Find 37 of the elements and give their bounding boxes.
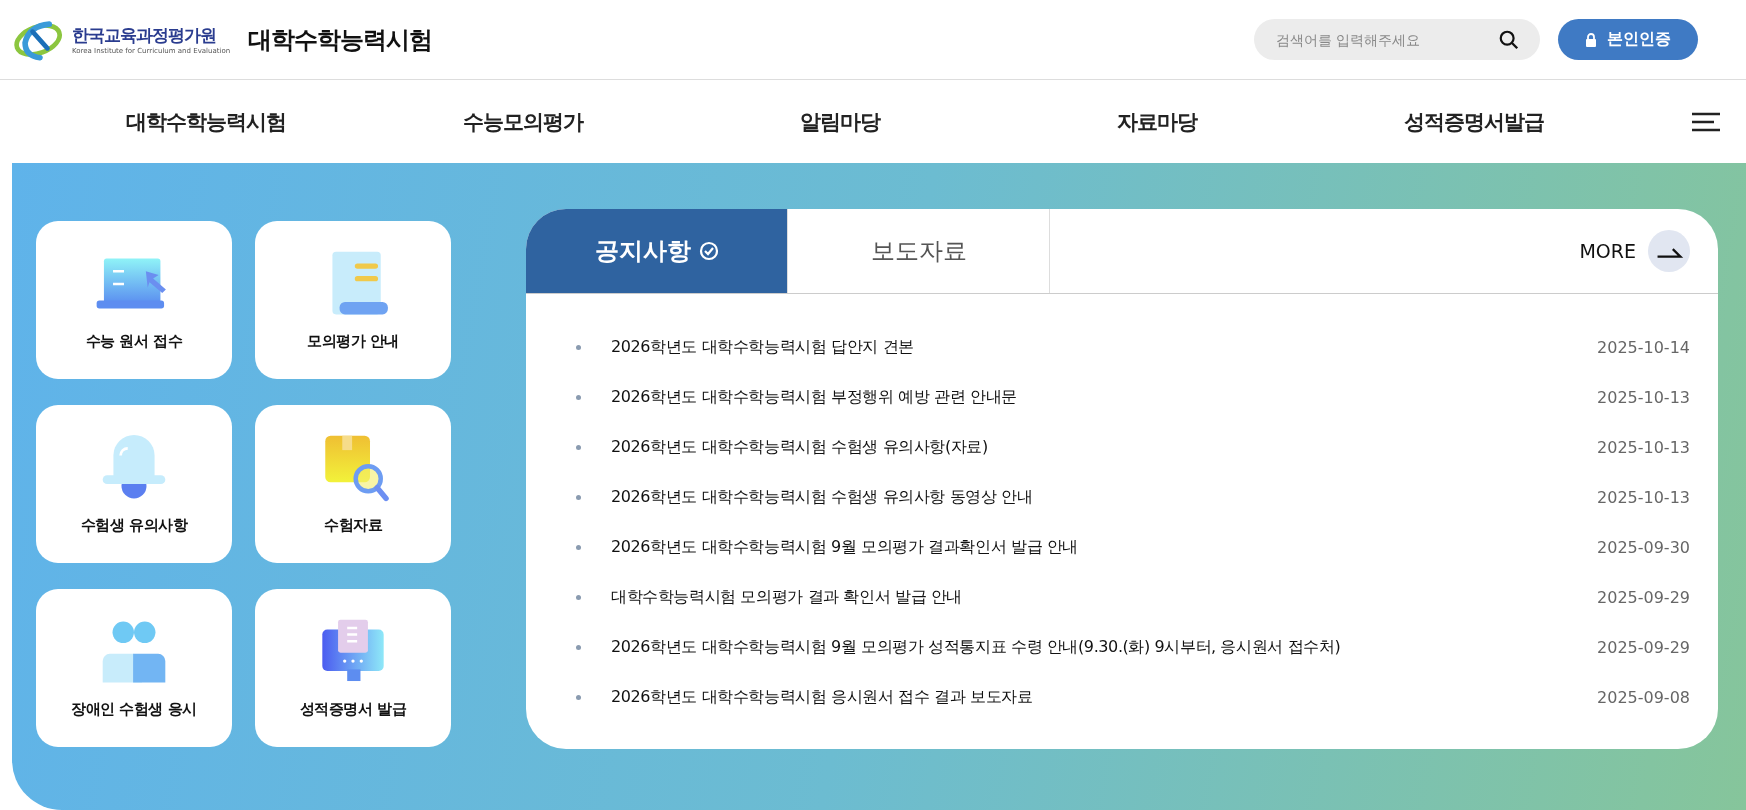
post-title[interactable]: 2026학년도 대학수학능력시험 9월 모의평가 성적통지표 수령 안내(9.30.(화) 9시부터, 응시원서 접수처) xyxy=(611,636,1597,658)
auth-button[interactable]: 본인인증 xyxy=(1558,19,1698,60)
search-icon[interactable] xyxy=(1498,29,1520,51)
post-date: 2025-09-29 xyxy=(1597,587,1690,607)
post-title[interactable]: 대학수학능력시험 모의평가 결과 확인서 발급 안내 xyxy=(611,586,1597,608)
post-date: 2025-10-13 xyxy=(1597,487,1690,507)
post-title[interactable]: 2026학년도 대학수학능력시험 수험생 유의사항 동영상 안내 xyxy=(611,486,1597,508)
nav-item[interactable]: 대학수학능력시험 xyxy=(48,107,365,136)
lock-icon xyxy=(1585,32,1597,47)
quick-link-card[interactable]: 장애인 수험생 응시 xyxy=(36,589,232,747)
site-title[interactable]: 대학수학능력시험 xyxy=(248,23,433,56)
post-date: 2025-10-13 xyxy=(1597,387,1690,407)
more-link[interactable]: MORE xyxy=(1579,230,1690,272)
org-name: 한국교육과정평가원 xyxy=(72,24,217,47)
check-circle-icon xyxy=(698,241,719,261)
post-date: 2025-09-08 xyxy=(1597,687,1690,707)
menu-icon[interactable] xyxy=(1692,111,1720,132)
post-date: 2025-09-29 xyxy=(1597,637,1690,657)
quick-link-card[interactable]: 수험생 유의사항 xyxy=(36,405,232,563)
quick-link-card[interactable]: 성적증명서 발급 xyxy=(255,589,451,747)
post-title[interactable]: 2026학년도 대학수학능력시험 답안지 견본 xyxy=(611,336,1597,358)
board-tab[interactable]: 공지사항 xyxy=(526,209,788,293)
quick-link-card[interactable]: 수험자료 xyxy=(255,405,451,563)
quick-link-card[interactable]: 모의평가 안내 xyxy=(255,221,451,379)
post-title[interactable]: 2026학년도 대학수학능력시험 수험생 유의사항(자료) xyxy=(611,436,1597,458)
search-field[interactable]: 검색어를 입력해주세요 xyxy=(1254,19,1540,60)
quick-link-card[interactable]: 수능 원서 접수 xyxy=(36,221,232,379)
nav-item[interactable]: 수능모의평가 xyxy=(364,107,682,136)
post-date: 2025-10-13 xyxy=(1597,437,1690,457)
nav-item[interactable]: 자료마당 xyxy=(998,107,1316,136)
nav-item[interactable]: 성적증명서발급 xyxy=(1315,107,1632,136)
post-date: 2025-09-30 xyxy=(1597,537,1690,557)
post-title[interactable]: 2026학년도 대학수학능력시험 응시원서 접수 결과 보도자료 xyxy=(611,686,1597,708)
post-date: 2025-10-14 xyxy=(1597,337,1690,357)
post-title[interactable]: 2026학년도 대학수학능력시험 9월 모의평가 결과확인서 발급 안내 xyxy=(611,536,1597,558)
post-title[interactable]: 2026학년도 대학수학능력시험 부정행위 예방 관련 안내문 xyxy=(611,386,1597,408)
nav-item[interactable]: 알림마당 xyxy=(681,107,999,136)
